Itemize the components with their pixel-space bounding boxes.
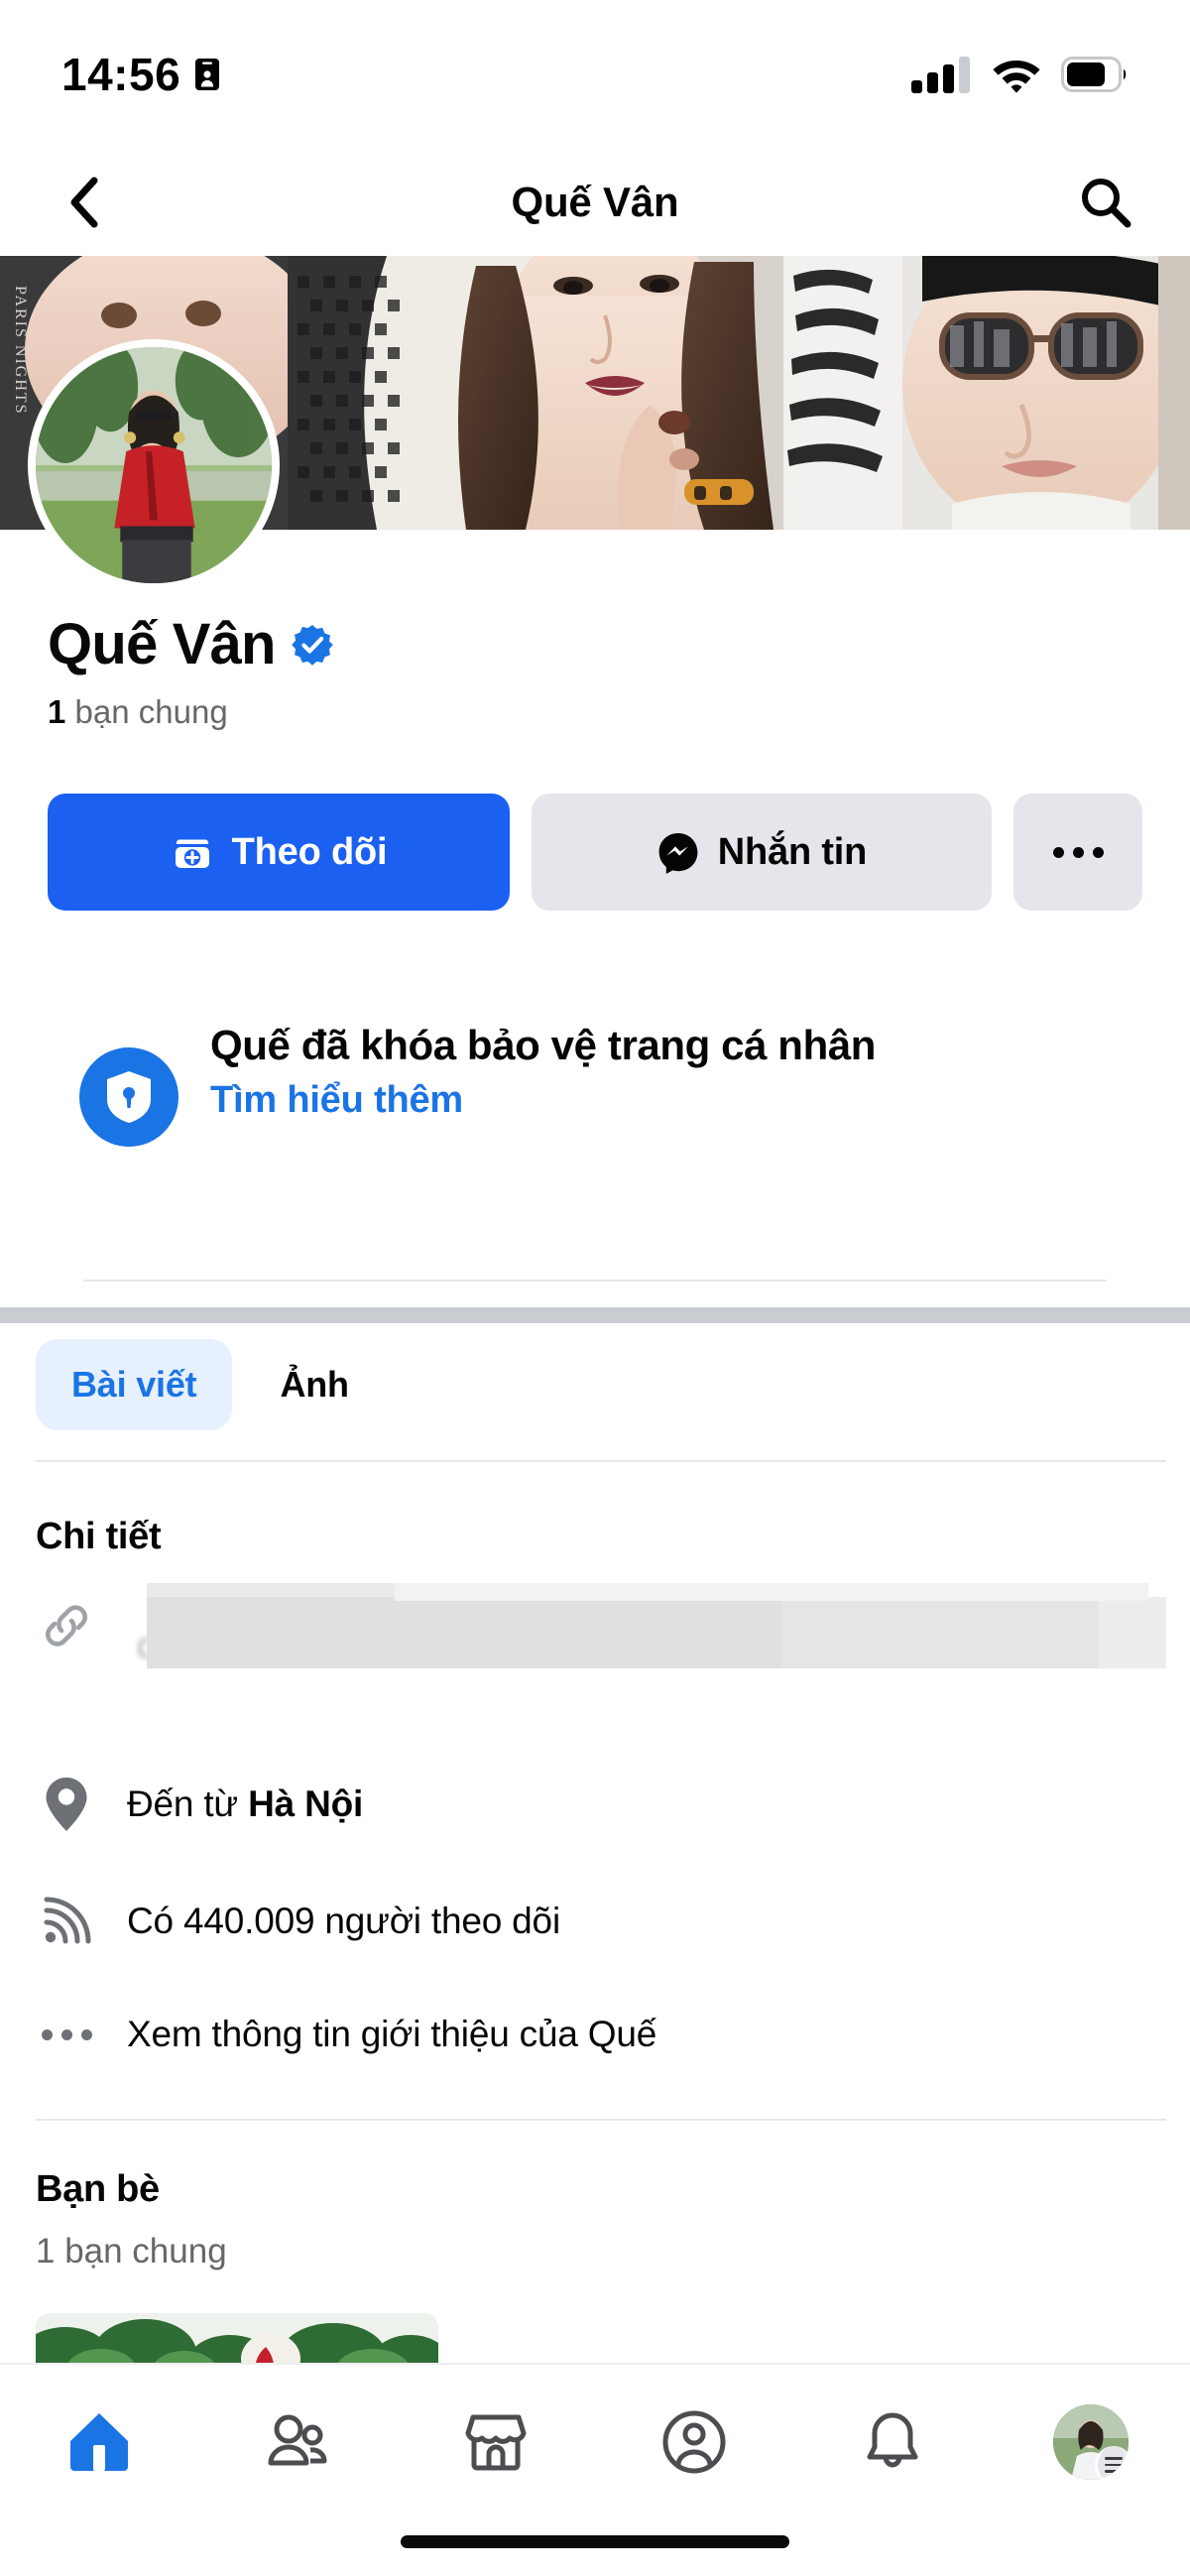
mutual-friends-label: bạn chung bbox=[65, 692, 228, 730]
tab-photos-label: Ảnh bbox=[280, 1364, 349, 1405]
rss-glyph bbox=[44, 1897, 91, 1944]
link-icon bbox=[36, 1598, 97, 1654]
nav-item-menu[interactable] bbox=[992, 2383, 1190, 2502]
nav-item-marketplace[interactable] bbox=[397, 2383, 595, 2502]
mutual-friends-count: 1 bbox=[48, 692, 66, 730]
nav-item-profile[interactable] bbox=[595, 2383, 793, 2502]
hamburger-badge-icon bbox=[1095, 2446, 1129, 2480]
link-glyph bbox=[46, 1605, 87, 1647]
friends-icon bbox=[268, 2414, 327, 2466]
phone-screen: 14:56 Quế Vân PARIS NIGHTS Quế Vân 1 bạn… bbox=[0, 0, 1190, 2576]
profile-tabs: Bài viết Ảnh bbox=[0, 1339, 1190, 1430]
section-separator-band bbox=[0, 1307, 1190, 1323]
verified-badge-icon bbox=[291, 625, 333, 667]
shield-lock-glyph bbox=[107, 1071, 151, 1123]
detail-row-location[interactable]: Đến từ Hà Nội bbox=[36, 1776, 1166, 1833]
page-title: Quế Vân bbox=[511, 179, 679, 225]
tab-posts[interactable]: Bài viết bbox=[36, 1339, 233, 1430]
divider-above-friends bbox=[36, 2119, 1166, 2121]
friends-heading: Bạn bè bbox=[36, 2168, 160, 2210]
mutual-friends-text: 1 bạn chung bbox=[48, 691, 1142, 732]
message-button-label: Nhắn tin bbox=[717, 830, 868, 873]
status-bar-clock: 14:56 bbox=[61, 49, 181, 100]
location-city: Hà Nội bbox=[248, 1783, 364, 1824]
hamburger-lines bbox=[1098, 2446, 1129, 2480]
ellipsis-icon bbox=[1052, 846, 1104, 858]
location-pin-glyph bbox=[46, 1778, 87, 1831]
detail-see-about-text: Xem thông tin giới thiệu của Quế bbox=[127, 2014, 657, 2054]
profile-picture[interactable] bbox=[28, 339, 280, 591]
detail-location-text: Đến từ Hà Nội bbox=[127, 1783, 363, 1825]
detail-row-link[interactable]: doi-doi-xu-voi-toi-qua-nghiet-nga-202306… bbox=[36, 1583, 1166, 1668]
bell-icon bbox=[867, 2412, 918, 2468]
follow-button-label: Theo dõi bbox=[231, 830, 388, 873]
ellipsis-icon bbox=[36, 2028, 97, 2040]
more-options-button[interactable] bbox=[1013, 794, 1142, 911]
profile-picture-image bbox=[36, 347, 272, 583]
cellular-signal-icon bbox=[911, 57, 970, 93]
divider-below-tabs bbox=[36, 1460, 1166, 1462]
search-button[interactable] bbox=[1071, 168, 1140, 237]
lock-portrait-icon bbox=[195, 59, 220, 90]
status-bar-left: 14:56 bbox=[61, 52, 220, 97]
chevron-left-icon bbox=[70, 177, 98, 228]
locked-profile-texts: Quế đã khóa bảo vệ trang cá nhân Tìm hiể… bbox=[210, 1014, 876, 1147]
search-icon bbox=[1081, 179, 1131, 228]
status-bar-right bbox=[910, 55, 1129, 94]
follow-button[interactable]: Theo dõi bbox=[48, 794, 510, 911]
profile-action-buttons: Theo dõi Nhắn tin bbox=[0, 794, 1190, 911]
battery-icon bbox=[1061, 57, 1127, 92]
friends-subtitle: 1 bạn chung bbox=[36, 2232, 227, 2270]
detail-row-see-about[interactable]: Xem thông tin giới thiệu của Quế bbox=[36, 2014, 1166, 2055]
marketplace-icon bbox=[465, 2414, 527, 2471]
divider-below-lock-notice bbox=[83, 1280, 1107, 1282]
profile-name-row: Quế Vân bbox=[48, 612, 1142, 676]
status-bar: 14:56 bbox=[0, 0, 1190, 149]
app-header: Quế Vân bbox=[0, 149, 1190, 256]
shield-lock-icon bbox=[79, 1047, 178, 1147]
profile-name: Quế Vân bbox=[48, 612, 276, 676]
wifi-icon bbox=[993, 61, 1040, 93]
account-menu-avatar-icon bbox=[1053, 2404, 1129, 2480]
tab-photos[interactable]: Ảnh bbox=[244, 1339, 384, 1430]
avatar-illustration bbox=[36, 347, 272, 583]
redaction-block bbox=[781, 1597, 1099, 1668]
tab-posts-label: Bài viết bbox=[71, 1364, 197, 1405]
profile-circle-icon bbox=[662, 2410, 726, 2474]
svg-text:PARIS NIGHTS: PARIS NIGHTS bbox=[12, 286, 29, 416]
home-indicator bbox=[401, 2535, 789, 2548]
nav-item-friends[interactable] bbox=[198, 2383, 397, 2502]
nav-item-home[interactable] bbox=[0, 2383, 198, 2502]
home-icon bbox=[70, 2413, 128, 2471]
location-pin-icon bbox=[36, 1776, 97, 1833]
follow-plus-icon bbox=[175, 839, 209, 868]
locked-profile-title: Quế đã khóa bảo vệ trang cá nhân bbox=[210, 1022, 877, 1068]
location-prefix: Đến từ bbox=[127, 1783, 249, 1824]
rss-followers-icon bbox=[36, 1897, 97, 1946]
details-heading: Chi tiết bbox=[36, 1516, 162, 1557]
profile-identity: Quế Vân 1 bạn chung bbox=[0, 612, 1190, 732]
detail-followers-text: Có 440.009 người theo dõi bbox=[127, 1901, 560, 1941]
detail-link-value: doi-doi-xu-voi-toi-qua-nghiet-nga-202306… bbox=[127, 1583, 1166, 1668]
detail-row-followers[interactable]: Có 440.009 người theo dõi bbox=[36, 1897, 1166, 1946]
redaction-block bbox=[1099, 1597, 1166, 1668]
locked-profile-notice: Quế đã khóa bảo vệ trang cá nhân Tìm hiể… bbox=[0, 1014, 1190, 1147]
ellipsis-dots bbox=[41, 2028, 92, 2040]
redaction-block bbox=[395, 1583, 1148, 1601]
learn-more-link[interactable]: Tìm hiểu thêm bbox=[210, 1079, 876, 1122]
back-button[interactable] bbox=[50, 168, 119, 237]
message-button[interactable]: Nhắn tin bbox=[532, 794, 992, 911]
nav-item-notifications[interactable] bbox=[793, 2383, 992, 2502]
redaction-block bbox=[147, 1597, 781, 1668]
messenger-icon bbox=[658, 833, 698, 874]
